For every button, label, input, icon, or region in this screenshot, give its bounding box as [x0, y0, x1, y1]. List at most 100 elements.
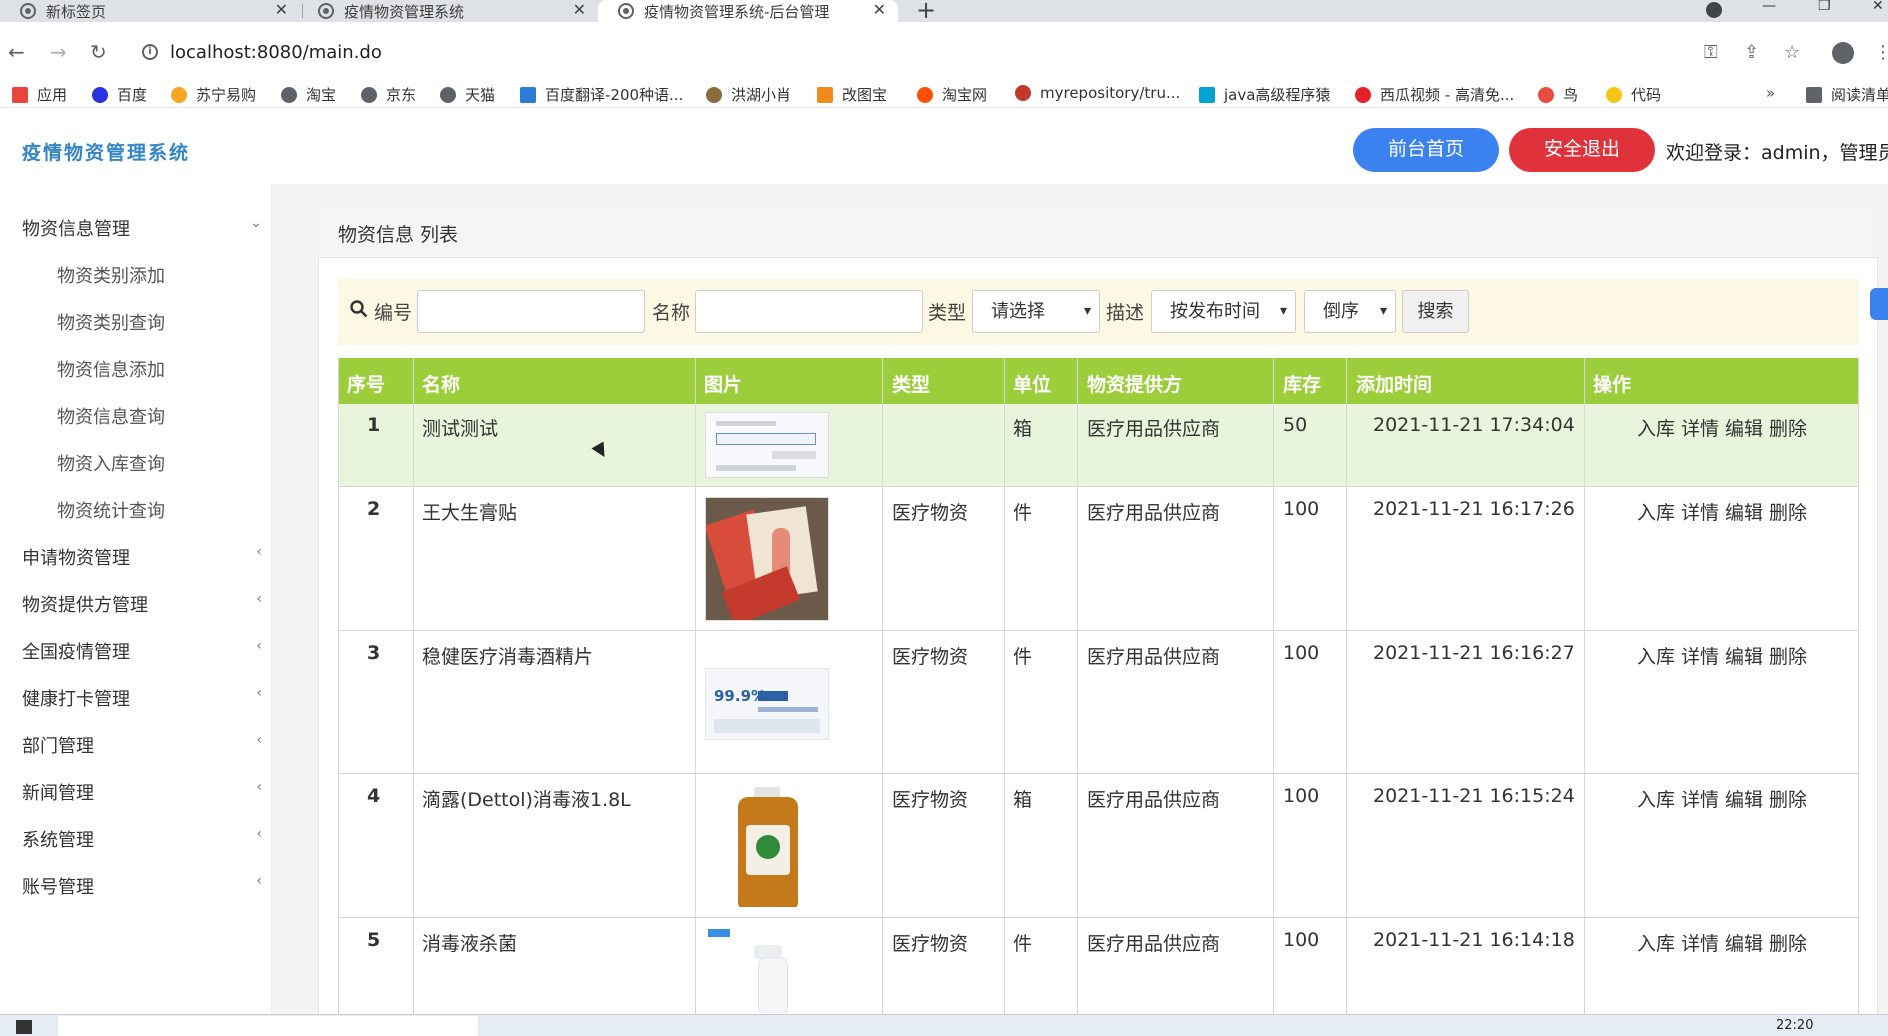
edit-link[interactable]: 编辑 — [1725, 646, 1763, 668]
stock-in-link[interactable]: 入库 — [1637, 646, 1675, 668]
menu-dots-icon[interactable]: ⋮ — [1874, 42, 1888, 63]
edit-link[interactable]: 编辑 — [1725, 502, 1763, 524]
order-select[interactable]: 倒序 ▾ — [1304, 290, 1396, 333]
globe-icon — [20, 3, 36, 19]
search-button[interactable]: 搜索 — [1402, 290, 1469, 333]
name-input[interactable] — [695, 290, 923, 333]
delete-link[interactable]: 删除 — [1769, 502, 1807, 524]
bookmark-gaitubao[interactable]: 改图宝 — [817, 84, 887, 105]
bookmark-apps[interactable]: 应用 — [12, 84, 67, 105]
sidebar-menu-account[interactable]: 账号管理 ‹ — [22, 873, 262, 899]
bookmark-java[interactable]: java高级程序猿 — [1199, 84, 1330, 105]
edit-link[interactable]: 编辑 — [1725, 789, 1763, 811]
bookmark-taobao[interactable]: 淘宝 — [281, 84, 336, 105]
sidebar-menu-department[interactable]: 部门管理 ‹ — [22, 732, 262, 758]
forward-icon[interactable]: → — [50, 40, 67, 64]
address-bar[interactable]: localhost:8080/main.do — [170, 42, 382, 63]
bookmark-myrepository[interactable]: myrepository/tru... — [1015, 84, 1180, 102]
edit-link[interactable]: 编辑 — [1725, 418, 1763, 440]
table-border — [338, 358, 339, 1014]
sidebar-item-statistics-query[interactable]: 物资统计查询 — [57, 497, 165, 523]
delete-link[interactable]: 删除 — [1769, 418, 1807, 440]
sidebar-menu-supplier[interactable]: 物资提供方管理 ‹ — [22, 591, 262, 617]
tab-new-tab[interactable]: 新标签页 ✕ — [0, 0, 300, 22]
code-input[interactable] — [417, 290, 645, 333]
sort-by-select[interactable]: 按发布时间 ▾ — [1151, 290, 1296, 333]
tab-epidemic-system[interactable]: 疫情物资管理系统 ✕ — [298, 0, 598, 22]
logout-button[interactable]: 安全退出 — [1509, 128, 1655, 172]
sidebar-item-category-add[interactable]: 物资类别添加 — [57, 262, 165, 288]
stock-in-link[interactable]: 入库 — [1637, 789, 1675, 811]
bookmark-code[interactable]: 代码 — [1606, 84, 1661, 105]
stock-in-link[interactable]: 入库 — [1637, 418, 1675, 440]
material-image-thumbnail[interactable] — [705, 784, 829, 908]
restore-icon[interactable]: ❐ — [1818, 0, 1831, 14]
minimize-icon[interactable]: — — [1762, 0, 1776, 14]
sidebar-item-material-query[interactable]: 物资信息查询 — [57, 403, 165, 429]
site-info-icon[interactable]: i — [142, 44, 158, 60]
detail-link[interactable]: 详情 — [1681, 502, 1719, 524]
bookmark-suning[interactable]: 苏宁易购 — [171, 84, 256, 105]
reload-icon[interactable]: ↻ — [90, 40, 107, 64]
stock-in-link[interactable]: 入库 — [1637, 933, 1675, 955]
bookmark-honghu[interactable]: 洪湖小肖 — [706, 84, 791, 105]
app-brand[interactable]: 疫情物资管理系统 — [22, 138, 190, 165]
windows-start-icon[interactable] — [16, 1020, 32, 1034]
bookmark-baidu[interactable]: 百度 — [92, 84, 147, 105]
account-icon[interactable] — [1832, 42, 1854, 64]
sidebar-menu-news[interactable]: 新闻管理 ‹ — [22, 779, 262, 805]
key-icon[interactable]: ⚿ — [1704, 42, 1718, 63]
table-border — [1346, 358, 1347, 1014]
detail-link[interactable]: 详情 — [1681, 789, 1719, 811]
more-bookmarks-icon[interactable]: » — [1766, 84, 1775, 102]
cell-unit: 件 — [1013, 646, 1033, 668]
close-icon[interactable]: ✕ — [573, 0, 586, 19]
bookmark-baidu-translate[interactable]: 百度翻译-200种语... — [520, 84, 683, 105]
bookmark-jd[interactable]: 京东 — [361, 84, 416, 105]
chevron-left-icon: ‹ — [256, 826, 262, 842]
sidebar-item-material-add[interactable]: 物资信息添加 — [57, 356, 165, 382]
star-icon[interactable]: ☆ — [1784, 42, 1800, 63]
stock-in-link[interactable]: 入库 — [1637, 502, 1675, 524]
bookmark-tmall[interactable]: 天猫 — [440, 84, 495, 105]
column-header-type: 类型 — [892, 374, 931, 396]
delete-link[interactable]: 删除 — [1769, 933, 1807, 955]
close-icon[interactable]: ✕ — [275, 0, 288, 19]
detail-link[interactable]: 详情 — [1681, 933, 1719, 955]
bookmark-site-icon — [817, 86, 833, 103]
bookmark-taobaowang[interactable]: 淘宝网 — [917, 84, 987, 105]
chevron-left-icon: ‹ — [256, 779, 262, 795]
tab-admin-backend[interactable]: 疫情物资管理系统-后台管理 ✕ — [598, 0, 898, 22]
type-select[interactable]: 请选择 ▾ — [972, 290, 1100, 333]
back-icon[interactable]: ← — [8, 40, 25, 64]
sidebar-item-category-query[interactable]: 物资类别查询 — [57, 309, 165, 335]
edit-link[interactable]: 编辑 — [1725, 933, 1763, 955]
bookmark-bird[interactable]: 鸟 — [1538, 84, 1578, 105]
sidebar-menu-system[interactable]: 系统管理 ‹ — [22, 826, 262, 852]
new-tab-button[interactable]: + — [916, 0, 936, 24]
frontend-home-button[interactable]: 前台首页 — [1353, 128, 1499, 172]
sidebar-item-stockin-query[interactable]: 物资入库查询 — [57, 450, 165, 476]
cell-actions: 入库 详情 编辑 删除 — [1637, 929, 1813, 956]
delete-link[interactable]: 删除 — [1769, 646, 1807, 668]
cell-added-time: 2021-11-21 16:16:27 — [1373, 642, 1575, 664]
window-close-icon[interactable]: ✕ — [1872, 0, 1884, 14]
reading-list[interactable]: 阅读清单 — [1806, 84, 1888, 105]
share-icon[interactable]: ⇪ — [1744, 42, 1759, 63]
floating-side-tab[interactable] — [1870, 288, 1888, 320]
material-image-thumbnail[interactable] — [705, 412, 829, 478]
material-image-thumbnail[interactable] — [705, 926, 829, 1014]
delete-link[interactable]: 删除 — [1769, 789, 1807, 811]
material-image-thumbnail[interactable]: 99.9% — [705, 668, 829, 740]
sidebar-menu-national-epidemic[interactable]: 全国疫情管理 ‹ — [22, 638, 262, 664]
sidebar-menu-apply[interactable]: 申请物资管理 ‹ — [22, 544, 262, 570]
profile-dropdown-icon[interactable] — [1706, 2, 1722, 18]
taskbar-search[interactable] — [58, 1016, 478, 1036]
detail-link[interactable]: 详情 — [1681, 646, 1719, 668]
bookmark-xigua[interactable]: 西瓜视频 - 高清免... — [1355, 84, 1514, 105]
close-icon[interactable]: ✕ — [873, 0, 886, 19]
detail-link[interactable]: 详情 — [1681, 418, 1719, 440]
material-image-thumbnail[interactable] — [705, 497, 829, 621]
sidebar-menu-health-checkin[interactable]: 健康打卡管理 ‹ — [22, 685, 262, 711]
sidebar-menu-material-info[interactable]: 物资信息管理 ⌄ — [22, 215, 262, 241]
